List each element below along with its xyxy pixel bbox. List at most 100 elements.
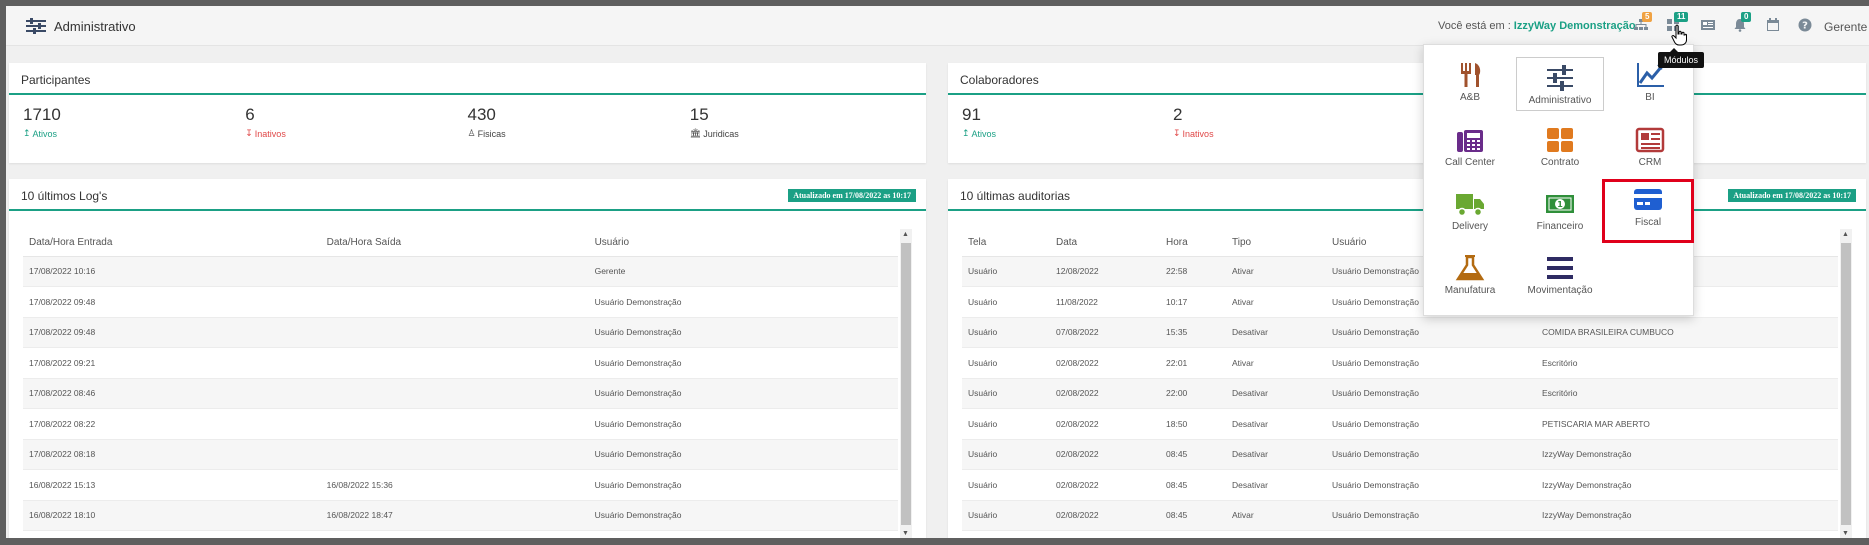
stat-label: Inativos: [1182, 128, 1214, 139]
table-cell: Gerente: [588, 256, 898, 287]
app-window: Administrativo Você está em : IzzyWay De…: [6, 6, 1869, 538]
sitemap-button[interactable]: 5: [1634, 12, 1653, 34]
table-cell: Desativar: [1226, 439, 1326, 470]
table-row[interactable]: Usuário 02/08/2022 22:01 Ativar Usuário Demo…: [962, 347, 1838, 379]
stat-ativos[interactable]: 1710 ↥ Ativos: [23, 105, 245, 139]
table-cell: 08:45: [1160, 469, 1226, 501]
table-cell: Usuário Demonstração: [588, 378, 898, 409]
column-header[interactable]: Data/Hora Saída: [320, 229, 589, 257]
table-cell: Usuário Demonstração: [588, 347, 898, 379]
participantes-title: Participantes: [9, 63, 926, 95]
stat-ativos[interactable]: 91 ↥ Ativos: [962, 105, 1173, 139]
logs-table: Data/Hora Entrada Data/Hora Saída Usuário …: [23, 229, 898, 531]
scroll-up-icon[interactable]: ▲: [902, 231, 909, 238]
module-financeiro[interactable]: 1 Financeiro: [1516, 184, 1604, 238]
calendar-button[interactable]: [1766, 18, 1782, 34]
modules-dropdown: A&B Administrativo BI Call Center Contra…: [1423, 44, 1694, 316]
table-cell: Usuário Demonstração: [1326, 500, 1536, 531]
table-row[interactable]: 16/08/2022 18:10 16/08/2022 18:47 Usuário …: [23, 500, 898, 531]
stat-inativos[interactable]: 6 ↧ Inativos: [245, 105, 467, 139]
help-button[interactable]: ?: [1798, 18, 1814, 34]
module-crm[interactable]: CRM: [1606, 120, 1694, 174]
scroll-down-icon[interactable]: ▼: [902, 530, 909, 537]
scroll-thumb[interactable]: [901, 243, 911, 525]
notifications-button[interactable]: 0: [1733, 12, 1752, 34]
table-row[interactable]: 16/08/2022 15:13 16/08/2022 15:36 Usuário …: [23, 469, 898, 501]
scroll-up-icon[interactable]: ▲: [1842, 231, 1849, 238]
table-row[interactable]: Usuário 02/08/2022 08:45 Ativar Usuário Demo…: [962, 500, 1838, 531]
module-label: Administrativo: [1528, 95, 1592, 106]
table-row[interactable]: 17/08/2022 08:18 Usuário Demonstração: [23, 439, 898, 470]
table-cell: 02/08/2022: [1050, 469, 1160, 501]
table-row[interactable]: Usuário 02/08/2022 18:50 Desativar Usuário D…: [962, 408, 1838, 440]
page-title: Administrativo: [26, 18, 136, 34]
logs-panel: 10 últimos Log's Atualizado em 17/08/202…: [9, 179, 926, 538]
module-administrativo[interactable]: Administrativo: [1516, 57, 1604, 111]
grid-icon: [1547, 128, 1573, 152]
table-cell: 17/08/2022 08:22: [23, 408, 321, 440]
table-row[interactable]: Usuário 11/08/2022 10:17 Ativar Usuário Demo…: [962, 286, 1838, 318]
auditorias-header: 10 últimas auditorias Atualizado em 17/0…: [948, 179, 1866, 211]
table-cell: 02/08/2022: [1050, 500, 1160, 531]
module-movimentacao[interactable]: Movimentação: [1516, 248, 1604, 302]
table-cell: Usuário Demonstração: [588, 317, 898, 348]
table-cell: Usuário: [962, 469, 1050, 501]
module-call-center[interactable]: Call Center: [1426, 120, 1514, 174]
column-header[interactable]: Hora: [1160, 229, 1226, 257]
table-row[interactable]: 17/08/2022 10:16 Gerente: [23, 256, 898, 287]
column-header[interactable]: Data: [1050, 229, 1160, 257]
table-cell: 17/08/2022 08:18: [23, 439, 321, 470]
table-cell: Usuário: [962, 439, 1050, 470]
news-button[interactable]: [1701, 18, 1717, 34]
table-cell: 15:35: [1160, 317, 1226, 348]
table-row[interactable]: 17/08/2022 08:46 Usuário Demonstração: [23, 378, 898, 409]
stat-fisicas[interactable]: 430 ♙ Fisicas: [468, 105, 690, 139]
table-row[interactable]: 17/08/2022 08:22 Usuário Demonstração: [23, 408, 898, 440]
table-cell: Usuário Demonstração: [588, 408, 898, 440]
table-cell: Usuário: [962, 408, 1050, 440]
user-menu[interactable]: Gerente: [1824, 20, 1867, 34]
table-cell: [320, 317, 589, 348]
auditorias-scrollbar[interactable]: ▲ ▼: [1840, 229, 1852, 538]
module-label: Contrato: [1540, 157, 1580, 168]
module-manufatura[interactable]: Manufatura: [1426, 248, 1514, 302]
table-row[interactable]: Usuário 12/08/2022 22:58 Ativar Usuário Demo…: [962, 256, 1838, 287]
company-link[interactable]: IzzyWay Demonstração: [1514, 20, 1636, 32]
table-row[interactable]: Usuário 02/08/2022 08:45 Desativar Usuário D…: [962, 439, 1838, 470]
modules-tooltip: Módulos: [1658, 48, 1705, 68]
table-cell: 17/08/2022 09:21: [23, 347, 321, 379]
column-header[interactable]: Usuário: [588, 229, 898, 257]
stat-juridicas[interactable]: 15 🏛 Juridicas: [690, 105, 912, 139]
scroll-thumb[interactable]: [1841, 243, 1851, 525]
table-row[interactable]: Usuário 07/08/2022 15:35 Desativar Usuário D…: [962, 317, 1838, 348]
calendar-icon: [1767, 18, 1779, 31]
table-row[interactable]: Usuário 02/08/2022 22:00 Desativar Usuário D…: [962, 378, 1838, 409]
column-header[interactable]: Tipo: [1226, 229, 1326, 257]
stat-label: Ativos: [971, 128, 997, 139]
updated-badge: Atualizado em 17/08/2022 as 10:17: [1728, 189, 1856, 202]
table-cell: 16/08/2022 15:13: [23, 469, 321, 501]
table-row[interactable]: 17/08/2022 09:48 Usuário Demonstração: [23, 317, 898, 348]
table-row[interactable]: Usuário 02/08/2022 08:45 Desativar Usuário D…: [962, 469, 1838, 501]
module-ab[interactable]: A&B: [1426, 55, 1514, 109]
auditorias-panel: 10 últimas auditorias Atualizado em 17/0…: [948, 179, 1866, 538]
module-fiscal[interactable]: Fiscal: [1602, 179, 1694, 243]
column-header[interactable]: Data/Hora Entrada: [23, 229, 321, 257]
module-contrato[interactable]: Contrato: [1516, 120, 1604, 174]
table-row[interactable]: 17/08/2022 09:21 Usuário Demonstração: [23, 347, 898, 379]
flask-icon: [1455, 255, 1485, 281]
table-cell: Ativar: [1226, 286, 1326, 318]
arrow-up-icon: ↥: [23, 128, 31, 138]
table-cell: Desativar: [1226, 408, 1326, 440]
logs-scrollbar[interactable]: ▲ ▼: [900, 229, 912, 538]
table-cell: Desativar: [1226, 469, 1326, 501]
newspaper-icon: [1701, 20, 1715, 30]
stat-inativos[interactable]: 2 ↧ Inativos: [1173, 105, 1384, 139]
scroll-down-icon[interactable]: ▼: [1842, 530, 1849, 537]
module-label: A&B: [1459, 92, 1480, 103]
stat-value: 15: [689, 105, 709, 124]
module-delivery[interactable]: Delivery: [1426, 184, 1514, 238]
truck-icon: [1456, 194, 1484, 217]
column-header[interactable]: Tela: [962, 229, 1050, 257]
table-row[interactable]: 17/08/2022 09:48 Usuário Demonstração: [23, 286, 898, 318]
